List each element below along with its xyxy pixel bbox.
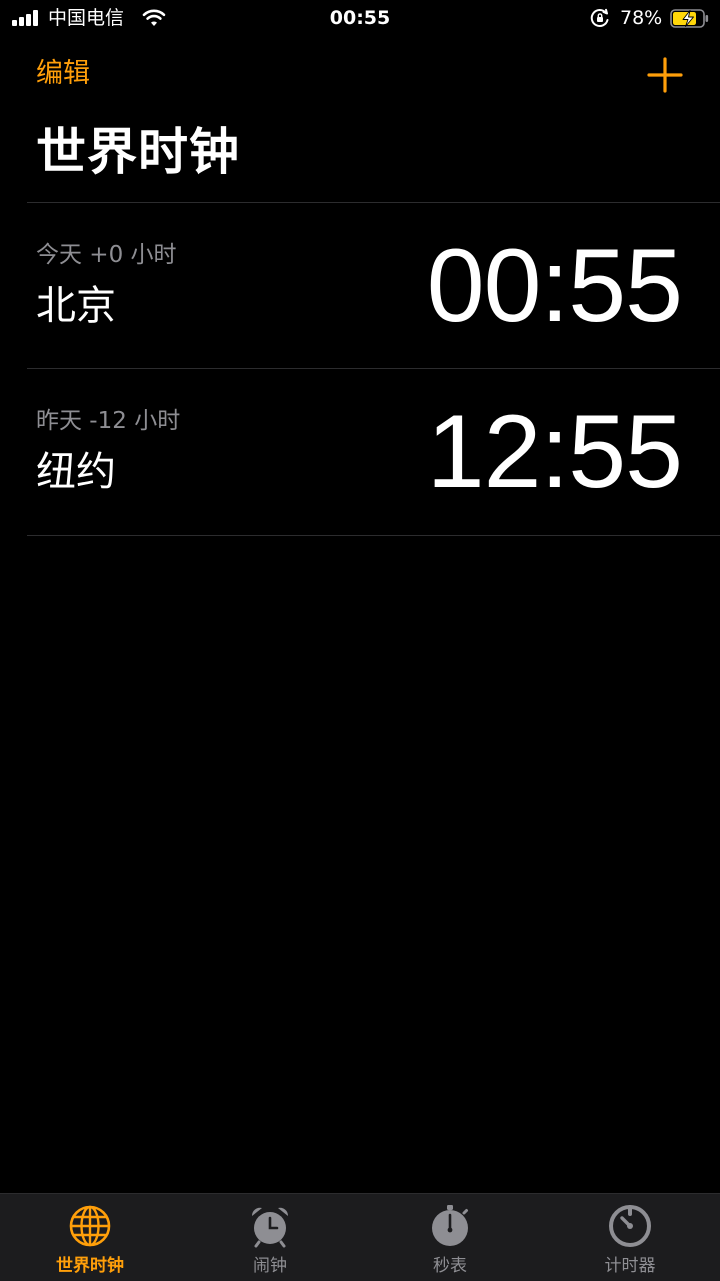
city-name: 纽约: [36, 449, 116, 495]
tab-stopwatch[interactable]: 秒表: [360, 1194, 540, 1281]
time-offset-label: 今天 +0 小时: [36, 242, 177, 268]
city-time: 00:55: [426, 228, 683, 344]
battery-charging-icon: [670, 9, 709, 28]
tab-alarm[interactable]: 闹钟: [180, 1194, 360, 1281]
page-title: 世界时钟: [36, 123, 240, 181]
globe-icon: [69, 1205, 111, 1247]
battery-percent: 78%: [620, 7, 663, 29]
edit-button[interactable]: 编辑: [36, 56, 90, 92]
tab-label: 秒表: [433, 1256, 467, 1276]
status-bar: 中国电信 00:55 78%: [0, 0, 720, 36]
timer-icon: [609, 1205, 651, 1247]
stopwatch-icon: [432, 1205, 468, 1246]
clock-row-new-york[interactable]: 昨天 -12 小时 纽约 12:55: [0, 369, 720, 535]
tab-label: 计时器: [604, 1256, 656, 1276]
list-divider: [27, 535, 720, 536]
tab-world-clock[interactable]: 世界时钟: [0, 1194, 180, 1281]
city-time: 12:55: [426, 394, 683, 510]
tab-bar: 世界时钟 闹钟 秒表 计时器: [0, 1193, 720, 1281]
tab-label: 世界时钟: [56, 1256, 124, 1276]
time-offset-label: 昨天 -12 小时: [36, 408, 181, 434]
city-name: 北京: [36, 283, 116, 329]
orientation-lock-icon: [590, 8, 609, 27]
tab-timer[interactable]: 计时器: [540, 1194, 720, 1281]
clock-row-beijing[interactable]: 今天 +0 小时 北京 00:55: [0, 203, 720, 369]
status-time: 00:55: [329, 7, 391, 29]
tab-label: 闹钟: [253, 1256, 287, 1276]
alarm-clock-icon: [251, 1207, 289, 1248]
plus-icon[interactable]: [646, 56, 684, 94]
